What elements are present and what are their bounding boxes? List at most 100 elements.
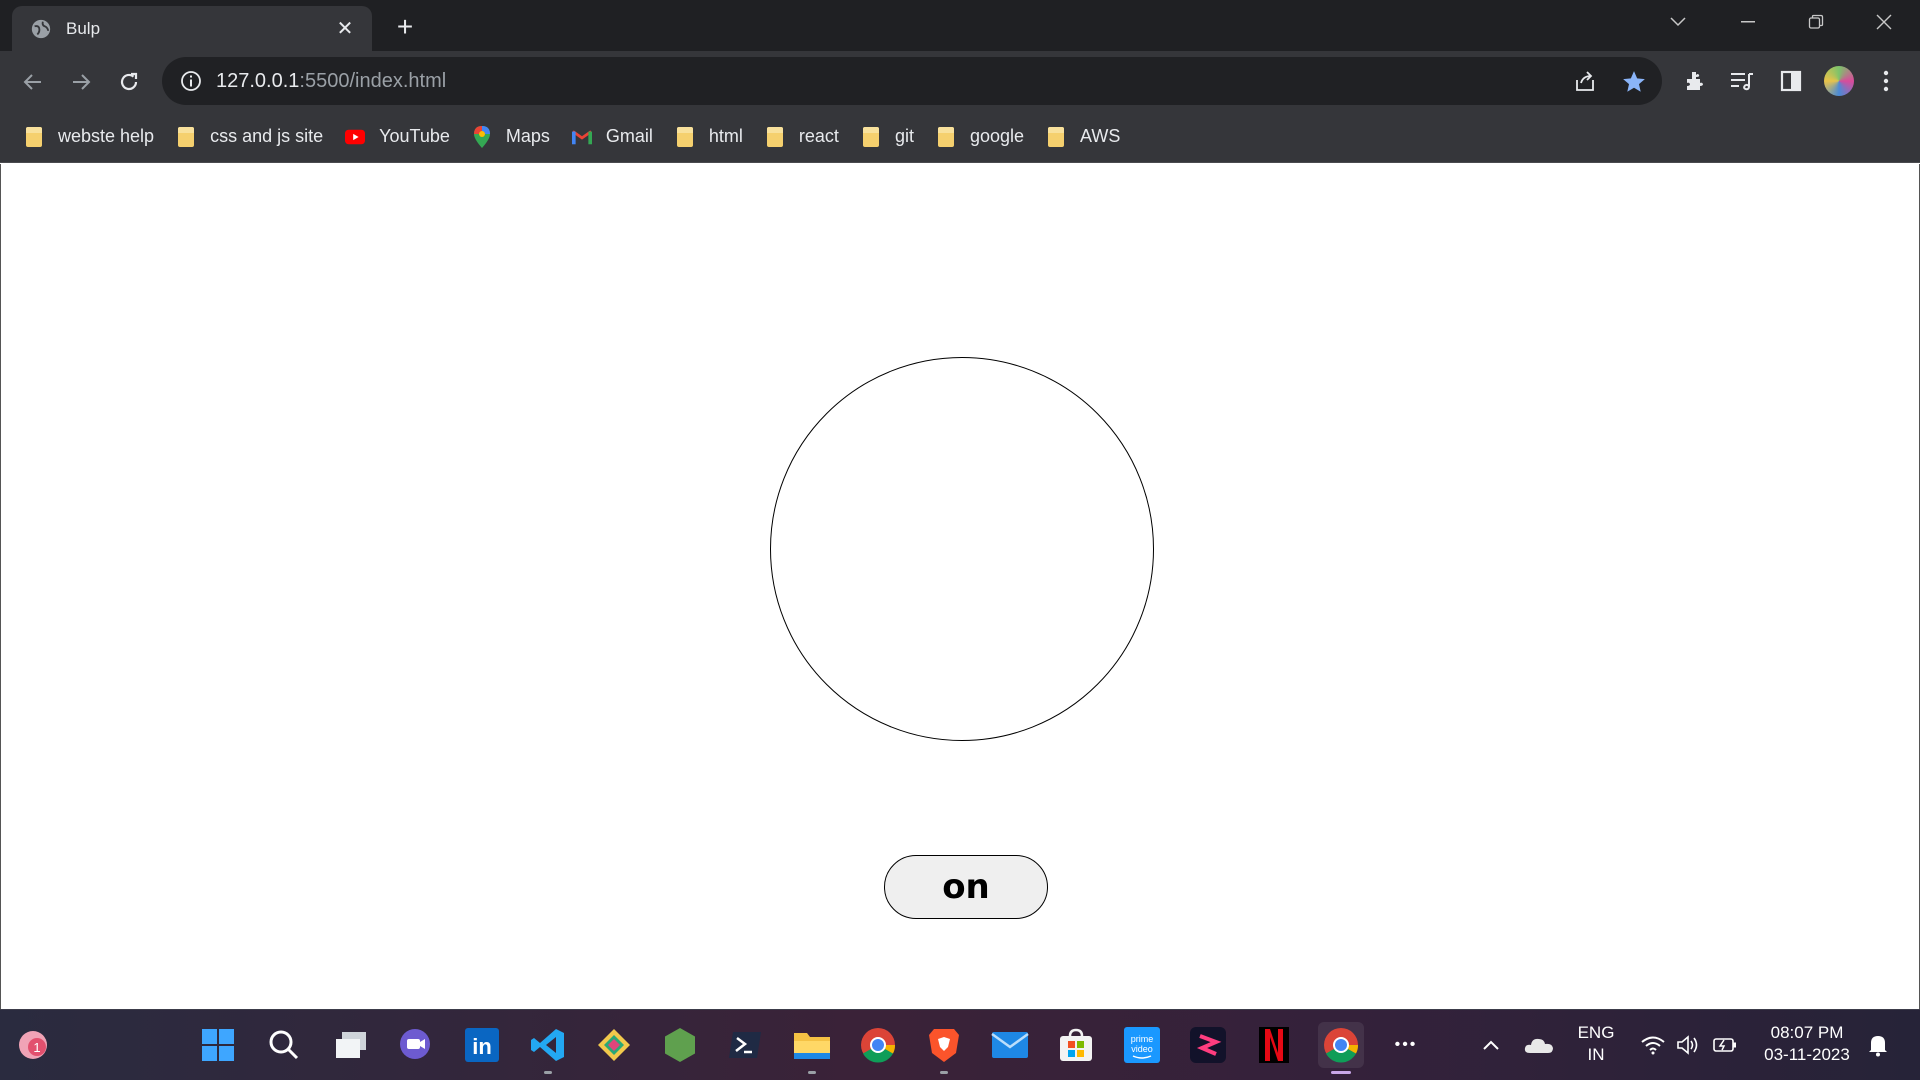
git-kraken-icon[interactable] — [591, 1022, 637, 1068]
browser-toolbar: 127.0.0.1:5500/index.html — [0, 51, 1920, 111]
bookmark-label: google — [969, 126, 1025, 146]
profile-avatar[interactable] — [1822, 64, 1856, 98]
clock-date: 03-11-2023 — [1764, 1045, 1850, 1064]
bookmark-label: git — [894, 126, 914, 146]
nodejs-icon[interactable] — [657, 1022, 703, 1068]
copilot-icon[interactable]: 1 — [10, 1022, 56, 1068]
bookmark-label: react — [798, 126, 839, 146]
svg-text:in: in — [472, 1034, 492, 1059]
folder-icon — [675, 126, 695, 147]
restore-icon[interactable] — [1782, 0, 1850, 44]
back-icon[interactable] — [15, 64, 51, 100]
tab-close-icon[interactable]: ✕ — [330, 14, 360, 44]
folder-icon — [1046, 126, 1066, 147]
task-view-icon[interactable] — [328, 1022, 374, 1068]
maps-icon — [472, 125, 492, 148]
folder-icon — [861, 126, 881, 147]
mail-icon[interactable] — [987, 1022, 1033, 1068]
new-tab-button[interactable]: + — [388, 10, 422, 44]
folder-icon — [936, 126, 956, 147]
globe-icon — [31, 19, 51, 38]
folder-icon — [24, 126, 44, 147]
windows-taskbar: 1 in prime video ••• ENG IN 08:07 PM 03-… — [0, 1009, 1920, 1080]
url-path: :5500/index.html — [299, 69, 447, 92]
forward-icon[interactable] — [63, 64, 99, 100]
bulb-circle — [770, 357, 1154, 741]
prime-video-icon[interactable]: prime video — [1119, 1022, 1165, 1068]
url-host: 127.0.0.1 — [216, 69, 300, 92]
more-apps-label: ••• — [1394, 1036, 1418, 1053]
microsoft-store-icon[interactable] — [1053, 1022, 1099, 1068]
search-icon[interactable] — [261, 1022, 307, 1068]
battery-icon[interactable] — [1702, 1022, 1748, 1068]
reload-icon[interactable] — [111, 64, 147, 100]
clock-time: 08:07 PM — [1770, 1023, 1844, 1042]
page-viewport: on — [0, 164, 1920, 1009]
extensions-icon[interactable] — [1678, 64, 1712, 98]
active-indicator — [1331, 1071, 1351, 1074]
bookmark-html[interactable]: html — [669, 119, 753, 155]
clipchamp-icon[interactable] — [1185, 1022, 1231, 1068]
bookmark-google[interactable]: google — [930, 119, 1034, 155]
teams-chat-icon[interactable] — [393, 1022, 439, 1068]
bookmark-label: css and js site — [210, 126, 324, 146]
netflix-icon[interactable] — [1251, 1022, 1297, 1068]
notification-count: 1 — [33, 1040, 40, 1055]
menu-kebab-icon[interactable] — [1869, 64, 1903, 98]
bookmark-label: AWS — [1080, 126, 1121, 146]
folder-icon — [765, 126, 785, 147]
language-line-1: ENG — [1577, 1023, 1615, 1042]
close-window-icon[interactable] — [1850, 0, 1918, 44]
powershell-icon[interactable] — [722, 1022, 768, 1068]
language-line-2: IN — [1587, 1045, 1605, 1064]
bookmark-label: webste help — [58, 126, 155, 146]
chrome-active-icon[interactable] — [1318, 1022, 1364, 1074]
clock[interactable]: 08:07 PM 03-11-2023 — [1756, 1022, 1858, 1066]
svg-text:video: video — [1131, 1044, 1153, 1054]
bookmark-gmail[interactable]: Gmail — [566, 119, 663, 155]
reading-list-icon[interactable] — [1725, 64, 1759, 98]
onedrive-icon[interactable] — [1516, 1022, 1562, 1068]
bookmark-label: Gmail — [605, 126, 653, 146]
avatar — [1824, 66, 1854, 96]
address-bar[interactable]: 127.0.0.1:5500/index.html — [162, 57, 1662, 105]
bookmark-git[interactable]: git — [855, 119, 924, 155]
bookmark-youtube[interactable]: YouTube — [339, 119, 460, 155]
running-indicator — [940, 1071, 948, 1074]
svg-text:prime: prime — [1131, 1034, 1154, 1044]
url-text: 127.0.0.1:5500/index.html — [216, 70, 446, 93]
bookmarks-bar: webste help css and js site YouTube Maps… — [0, 111, 1920, 163]
browser-tab[interactable]: Bulp ✕ — [12, 6, 372, 51]
bookmark-star-icon[interactable] — [1621, 69, 1647, 95]
linkedin-icon[interactable]: in — [459, 1022, 505, 1068]
notification-bell-icon[interactable] — [1855, 1022, 1901, 1068]
brave-icon[interactable] — [921, 1022, 967, 1074]
running-indicator — [808, 1071, 816, 1074]
folder-icon — [176, 126, 196, 147]
bookmark-webste-help[interactable]: webste help — [18, 119, 164, 155]
file-explorer-icon[interactable] — [789, 1022, 835, 1074]
more-apps-icon[interactable]: ••• — [1383, 1022, 1429, 1068]
side-panel-icon[interactable] — [1774, 64, 1808, 98]
bookmark-label: YouTube — [379, 126, 450, 146]
bookmark-label: html — [708, 126, 743, 146]
vscode-icon[interactable] — [525, 1022, 571, 1074]
share-icon[interactable] — [1572, 69, 1598, 95]
bookmark-maps[interactable]: Maps — [466, 119, 560, 155]
bookmark-aws[interactable]: AWS — [1040, 119, 1130, 155]
gmail-icon — [571, 127, 592, 147]
language-indicator[interactable]: ENG IN — [1574, 1022, 1618, 1066]
toggle-on-button[interactable]: on — [884, 855, 1048, 919]
bookmark-css-and-js-site[interactable]: css and js site — [170, 119, 333, 155]
running-indicator — [544, 1071, 552, 1074]
tab-search-icon[interactable] — [1644, 0, 1712, 44]
minimize-icon[interactable] — [1714, 0, 1782, 44]
tab-title: Bulp — [66, 18, 101, 38]
bookmark-label: Maps — [505, 126, 550, 146]
site-info-icon[interactable] — [180, 70, 202, 92]
youtube-icon — [345, 127, 366, 147]
bookmark-react[interactable]: react — [759, 119, 849, 155]
show-hidden-icons-icon[interactable] — [1468, 1022, 1514, 1068]
windows-start-icon[interactable] — [195, 1022, 241, 1068]
chrome-icon[interactable] — [855, 1022, 901, 1068]
